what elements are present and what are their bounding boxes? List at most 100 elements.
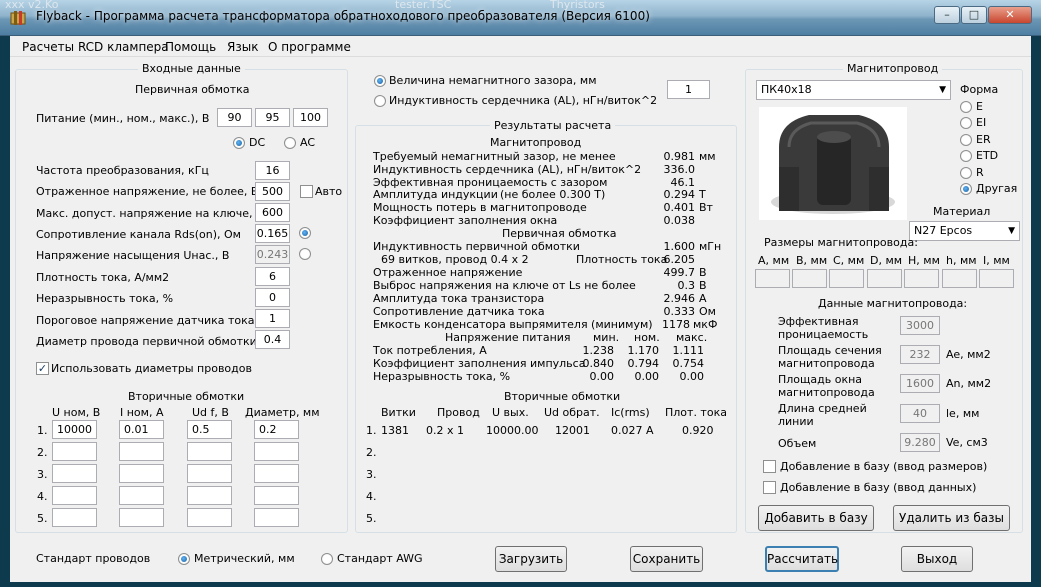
shape-radio-e[interactable] xyxy=(960,101,972,113)
sec-ud-input[interactable]: 0.5 xyxy=(187,420,232,439)
dc-label: DC xyxy=(249,136,266,149)
sec-result-wire: 0.2 x 1 xyxy=(426,424,464,437)
reflected-voltage-input[interactable]: 500 xyxy=(255,182,290,201)
window-area-input[interactable]: 1600 xyxy=(900,374,940,393)
supply-min-input[interactable]: 90 xyxy=(217,108,252,127)
result-value: 1178 xyxy=(662,318,690,331)
supply-nom-input[interactable]: 95 xyxy=(255,108,290,127)
gap-size-radio[interactable] xyxy=(374,75,386,87)
sec-i-input[interactable] xyxy=(119,464,164,483)
sec-ud-input[interactable] xyxy=(187,486,232,505)
calculate-button[interactable]: Рассчитать xyxy=(765,546,839,572)
wire-standard-label: Стандарт проводов xyxy=(36,552,151,565)
ac-radio[interactable] xyxy=(284,137,296,149)
shape-radio-r[interactable] xyxy=(960,167,972,179)
sec-u-input[interactable] xyxy=(52,508,97,527)
close-button[interactable]: ✕ xyxy=(988,6,1032,24)
sec-u-input[interactable] xyxy=(52,464,97,483)
exit-button[interactable]: Выход xyxy=(901,546,973,572)
path-length-input[interactable]: 40 xyxy=(900,404,940,423)
menu-language[interactable]: Язык xyxy=(227,40,258,54)
density-label: Плотность тока xyxy=(576,253,668,266)
frequency-input[interactable]: 16 xyxy=(255,161,290,180)
dim-c-input[interactable] xyxy=(829,269,864,288)
chevron-down-icon[interactable]: ▼ xyxy=(1008,222,1015,240)
chevron-down-icon[interactable]: ▼ xyxy=(939,81,946,99)
result-value: 0.294 xyxy=(663,188,696,201)
rds-on-input[interactable]: 0.165 xyxy=(255,224,290,243)
supply-max-input[interactable]: 100 xyxy=(293,108,328,127)
gap-value-input[interactable]: 1 xyxy=(667,80,710,99)
core-al-label: Индуктивность сердечника (AL), нГн/виток… xyxy=(389,94,658,107)
sec-u-input[interactable] xyxy=(52,486,97,505)
shape-radio-ei[interactable] xyxy=(960,117,972,129)
save-button[interactable]: Сохранить xyxy=(630,546,703,572)
sense-threshold-input[interactable]: 1 xyxy=(255,309,290,328)
sec-header-u: U ном, В xyxy=(52,406,101,419)
cross-section-input[interactable]: 232 xyxy=(900,345,940,364)
result-label: Коэффициент заполнения импульса xyxy=(373,357,586,370)
dc-radio[interactable] xyxy=(233,137,245,149)
sec-ud-input[interactable] xyxy=(187,464,232,483)
sec-result-header: Ud обрат. xyxy=(544,406,600,419)
sec-diameter-input[interactable] xyxy=(254,464,299,483)
sec-i-input[interactable]: 0.01 xyxy=(119,420,164,439)
auto-checkbox[interactable] xyxy=(300,185,313,198)
sec-ud-input[interactable] xyxy=(187,442,232,461)
core-select[interactable]: ПК40x18 ▼ xyxy=(756,80,951,100)
sec-diameter-input[interactable] xyxy=(254,486,299,505)
use-wire-diameters-checkbox[interactable]: ✓ xyxy=(36,362,49,375)
title-bar[interactable]: xxx v2.Ko tester.TSC Thyristors Flyback … xyxy=(0,0,1041,36)
permeability-input[interactable]: 3000 xyxy=(900,316,940,335)
sec-ud-input[interactable] xyxy=(187,508,232,527)
volume-input[interactable]: 9.280 xyxy=(900,433,940,452)
result-value: 0.401 xyxy=(663,201,696,214)
dim-a-input[interactable] xyxy=(755,269,790,288)
sec-result-number: 5. xyxy=(366,512,377,525)
add-dims-checkbox[interactable] xyxy=(763,460,776,473)
dim-h-lower-input[interactable] xyxy=(942,269,977,288)
sec-i-input[interactable] xyxy=(119,508,164,527)
primary-turns-text: 69 витков, провод 0.4 x 2 xyxy=(381,253,529,266)
dim-h-upper-input[interactable] xyxy=(904,269,939,288)
current-continuity-input[interactable]: 0 xyxy=(255,288,290,307)
saturation-voltage-radio[interactable] xyxy=(299,248,311,260)
core-al-radio[interactable] xyxy=(374,95,386,107)
shape-radio-etd[interactable] xyxy=(960,150,972,162)
param-label: Эффективная xyxy=(778,315,859,328)
sec-i-input[interactable] xyxy=(119,442,164,461)
load-button[interactable]: Загрузить xyxy=(495,546,567,572)
primary-wire-diameter-input[interactable]: 0.4 xyxy=(255,330,290,349)
dim-d-input[interactable] xyxy=(867,269,902,288)
material-select[interactable]: N27 Epcos ▼ xyxy=(909,221,1020,241)
shape-label: Другая xyxy=(976,182,1018,195)
sec-diameter-input[interactable]: 0.2 xyxy=(254,420,299,439)
result-min: 0.00 xyxy=(589,370,615,383)
awg-radio[interactable] xyxy=(321,553,333,565)
add-data-checkbox[interactable] xyxy=(763,481,776,494)
sec-diameter-input[interactable] xyxy=(254,508,299,527)
dim-i-input[interactable] xyxy=(979,269,1014,288)
sec-i-input[interactable] xyxy=(119,486,164,505)
current-density-input[interactable]: 6 xyxy=(255,267,290,286)
result-unit: мм xyxy=(699,150,716,163)
max-switch-voltage-input[interactable]: 600 xyxy=(255,203,290,222)
delete-from-db-button[interactable]: Удалить из базы xyxy=(893,505,1010,531)
maximize-button[interactable]: □ xyxy=(961,6,987,24)
dim-b-input[interactable] xyxy=(792,269,827,288)
rds-on-radio[interactable] xyxy=(299,227,311,239)
material-select-value: N27 Epcos xyxy=(914,224,973,237)
saturation-voltage-input[interactable]: 0.243 xyxy=(255,245,290,264)
minimize-button[interactable]: – xyxy=(934,6,960,24)
shape-radio-other[interactable] xyxy=(960,183,972,195)
result-unit: В xyxy=(699,266,707,279)
metric-radio[interactable] xyxy=(178,553,190,565)
menu-help[interactable]: Помощь xyxy=(165,40,216,54)
menu-rcd[interactable]: Расчеты RCD клампера xyxy=(22,40,169,54)
add-to-db-button[interactable]: Добавить в базу xyxy=(758,505,874,531)
menu-about[interactable]: О программе xyxy=(268,40,351,54)
sec-diameter-input[interactable] xyxy=(254,442,299,461)
sec-u-input[interactable]: 10000 xyxy=(52,420,97,439)
shape-radio-er[interactable] xyxy=(960,134,972,146)
sec-u-input[interactable] xyxy=(52,442,97,461)
